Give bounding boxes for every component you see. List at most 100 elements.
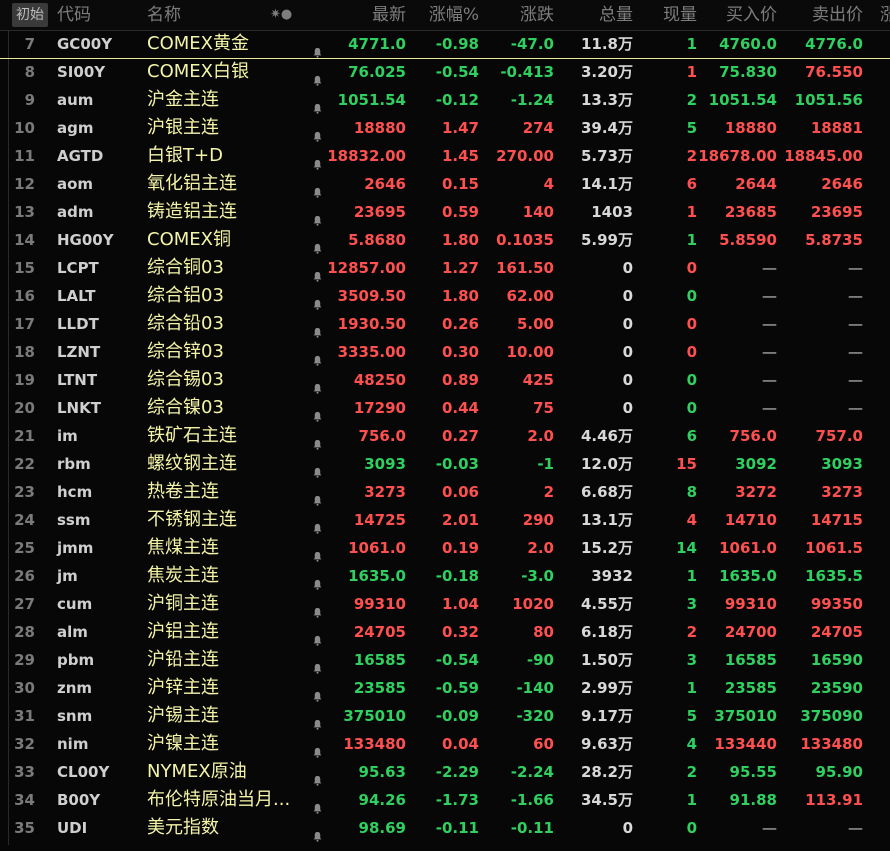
- ask-price: 1635.5: [805, 567, 863, 585]
- table-row[interactable]: 32 nim 沪镍主连 133480 0.04 60 9.63万 4 133440 133480: [0, 730, 890, 758]
- row-number: 20: [14, 399, 35, 417]
- change-value: -90: [526, 651, 554, 669]
- col-code[interactable]: 代码: [57, 0, 91, 30]
- bid-price: 16585: [724, 651, 777, 669]
- bell-icon[interactable]: [312, 291, 323, 310]
- bell-icon[interactable]: [312, 683, 323, 702]
- init-button[interactable]: 初始: [12, 3, 48, 27]
- bell-icon[interactable]: [312, 39, 323, 58]
- table-row[interactable]: 10 agm 沪银主连 18880 1.47 274 39.4万 5 18880 18881: [0, 114, 890, 142]
- current-volume: 0: [686, 371, 697, 389]
- last-price: 48250: [353, 371, 406, 389]
- bell-icon[interactable]: [312, 319, 323, 338]
- bell-icon[interactable]: [312, 711, 323, 730]
- bell-icon[interactable]: [312, 599, 323, 618]
- bell-icon[interactable]: [312, 795, 323, 814]
- change-value: -47.0: [510, 35, 554, 53]
- table-row[interactable]: 17 LLDT 综合铅03 1930.50 0.26 5.00 0 0 — —: [0, 310, 890, 338]
- col-chg[interactable]: 涨跌: [520, 0, 554, 30]
- change-percent: -0.12: [435, 91, 479, 109]
- total-volume: 13.1万: [580, 511, 633, 529]
- table-row[interactable]: 26 jm 焦炭主连 1635.0 -0.18 -3.0 3932 1 1635.0 1635.5: [0, 562, 890, 590]
- toggle-icons[interactable]: ✷●: [270, 0, 292, 30]
- bell-icon[interactable]: [312, 515, 323, 534]
- bell-icon[interactable]: [312, 459, 323, 478]
- bell-icon[interactable]: [312, 207, 323, 226]
- bell-icon[interactable]: [312, 487, 323, 506]
- table-row[interactable]: 16 LALT 综合铝03 3509.50 1.80 62.00 0 0 — —: [0, 282, 890, 310]
- bell-icon[interactable]: [312, 823, 323, 842]
- table-row[interactable]: 22 rbm 螺纹钢主连 3093 -0.03 -1 12.0万 15 3092 3093: [0, 450, 890, 478]
- table-row[interactable]: 33 CL00Y NYMEX原油 95.63 -2.29 -2.24 28.2万 2 95.55…: [0, 758, 890, 786]
- bell-icon[interactable]: [312, 67, 323, 86]
- col-last[interactable]: 最新: [372, 0, 406, 30]
- bell-icon[interactable]: [312, 431, 323, 450]
- col-pct[interactable]: 涨幅%: [429, 0, 479, 30]
- bell-icon[interactable]: [312, 767, 323, 786]
- row-number: 18: [14, 343, 35, 361]
- row-number: 11: [14, 147, 35, 165]
- table-row[interactable]: 7 GC00Y COMEX黄金 4771.0 -0.98 -47.0 11.8万 1 4760.…: [0, 30, 890, 59]
- bell-icon[interactable]: [312, 235, 323, 254]
- total-volume: 5.99万: [580, 231, 633, 249]
- table-row[interactable]: 12 aom 氧化铝主连 2646 0.15 4 14.1万 6 2644 2646: [0, 170, 890, 198]
- symbol-code: SI00Y: [57, 63, 106, 81]
- bell-icon[interactable]: [312, 543, 323, 562]
- bell-icon[interactable]: [312, 627, 323, 646]
- ask-price: —: [848, 371, 863, 389]
- total-volume: 0: [622, 399, 633, 417]
- bell-icon[interactable]: [312, 571, 323, 590]
- table-row[interactable]: 31 snm 沪锡主连 375010 -0.09 -320 9.17万 5 375010 3750…: [0, 702, 890, 730]
- symbol-code: alm: [57, 623, 88, 641]
- ask-price: 757.0: [815, 427, 863, 445]
- col-ask[interactable]: 卖出价: [812, 0, 863, 30]
- table-row[interactable]: 11 AGTD 白银T+D 18832.00 1.45 270.00 5.73万 2 18678…: [0, 142, 890, 170]
- ask-price: 99350: [810, 595, 863, 613]
- current-volume: 1: [686, 203, 697, 221]
- symbol-code: LNKT: [57, 399, 101, 417]
- table-row[interactable]: 15 LCPT 综合铜03 12857.00 1.27 161.50 0 0 — —: [0, 254, 890, 282]
- table-row[interactable]: 13 adm 铸造铝主连 23695 0.59 140 1403 1 23685 23695: [0, 198, 890, 226]
- table-row[interactable]: 30 znm 沪锌主连 23585 -0.59 -140 2.99万 1 23585 23590: [0, 674, 890, 702]
- last-price: 23585: [353, 679, 406, 697]
- bell-icon[interactable]: [312, 347, 323, 366]
- col-total[interactable]: 总量: [599, 0, 633, 30]
- table-row[interactable]: 35 UDI 美元指数 98.69 -0.11 -0.11 0 0 — —: [0, 814, 890, 842]
- ask-price: 5.8735: [805, 231, 863, 249]
- table-row[interactable]: 18 LZNT 综合锌03 3335.00 0.30 10.00 0 0 — —: [0, 338, 890, 366]
- bell-icon[interactable]: [312, 95, 323, 114]
- table-row[interactable]: 24 ssm 不锈钢主连 14725 2.01 290 13.1万 4 14710 14715: [0, 506, 890, 534]
- col-bid[interactable]: 买入价: [726, 0, 777, 30]
- bell-icon[interactable]: [312, 263, 323, 282]
- bell-icon[interactable]: [312, 179, 323, 198]
- bell-icon[interactable]: [312, 151, 323, 170]
- table-row[interactable]: 21 im 铁矿石主连 756.0 0.27 2.0 4.46万 6 756.0 757.0: [0, 422, 890, 450]
- symbol-code: aom: [57, 175, 94, 193]
- ask-price: 18845.00: [784, 147, 863, 165]
- table-row[interactable]: 23 hcm 热卷主连 3273 0.06 2 6.68万 8 3272 3273: [0, 478, 890, 506]
- col-name[interactable]: 名称: [147, 0, 181, 30]
- col-extra[interactable]: 涨: [880, 0, 890, 30]
- bell-icon[interactable]: [312, 375, 323, 394]
- table-row[interactable]: 14 HG00Y COMEX铜 5.8680 1.80 0.1035 5.99万 1 5.859…: [0, 226, 890, 254]
- last-price: 14725: [353, 511, 406, 529]
- table-row[interactable]: 29 pbm 沪铅主连 16585 -0.54 -90 1.50万 3 16585 16590: [0, 646, 890, 674]
- table-row[interactable]: 20 LNKT 综合镍03 17290 0.44 75 0 0 — —: [0, 394, 890, 422]
- bell-icon[interactable]: [312, 739, 323, 758]
- change-percent: -0.54: [435, 651, 479, 669]
- bell-icon[interactable]: [312, 655, 323, 674]
- bell-icon[interactable]: [312, 403, 323, 422]
- total-volume: 9.63万: [580, 735, 633, 753]
- bell-icon[interactable]: [312, 123, 323, 142]
- table-row[interactable]: 27 cum 沪铜主连 99310 1.04 1020 4.55万 3 99310 99350: [0, 590, 890, 618]
- table-row[interactable]: 34 B00Y 布伦特原油当月... 94.26 -1.73 -1.66 34.5万 1 91.…: [0, 786, 890, 814]
- table-row[interactable]: 28 alm 沪铝主连 24705 0.32 80 6.18万 2 24700 24705: [0, 618, 890, 646]
- col-cur[interactable]: 现量: [663, 0, 697, 30]
- table-row[interactable]: 8 SI00Y COMEX白银 76.025 -0.54 -0.413 3.20万 1 75.8…: [0, 58, 890, 86]
- symbol-code: snm: [57, 707, 93, 725]
- table-row[interactable]: 25 jmm 焦煤主连 1061.0 0.19 2.0 15.2万 14 1061.0 1061.…: [0, 534, 890, 562]
- current-volume: 1: [686, 35, 697, 53]
- table-row[interactable]: 19 LTNT 综合锡03 48250 0.89 425 0 0 — —: [0, 366, 890, 394]
- change-percent: 1.45: [441, 147, 479, 165]
- table-row[interactable]: 9 aum 沪金主连 1051.54 -0.12 -1.24 13.3万 2 1051.54 10…: [0, 86, 890, 114]
